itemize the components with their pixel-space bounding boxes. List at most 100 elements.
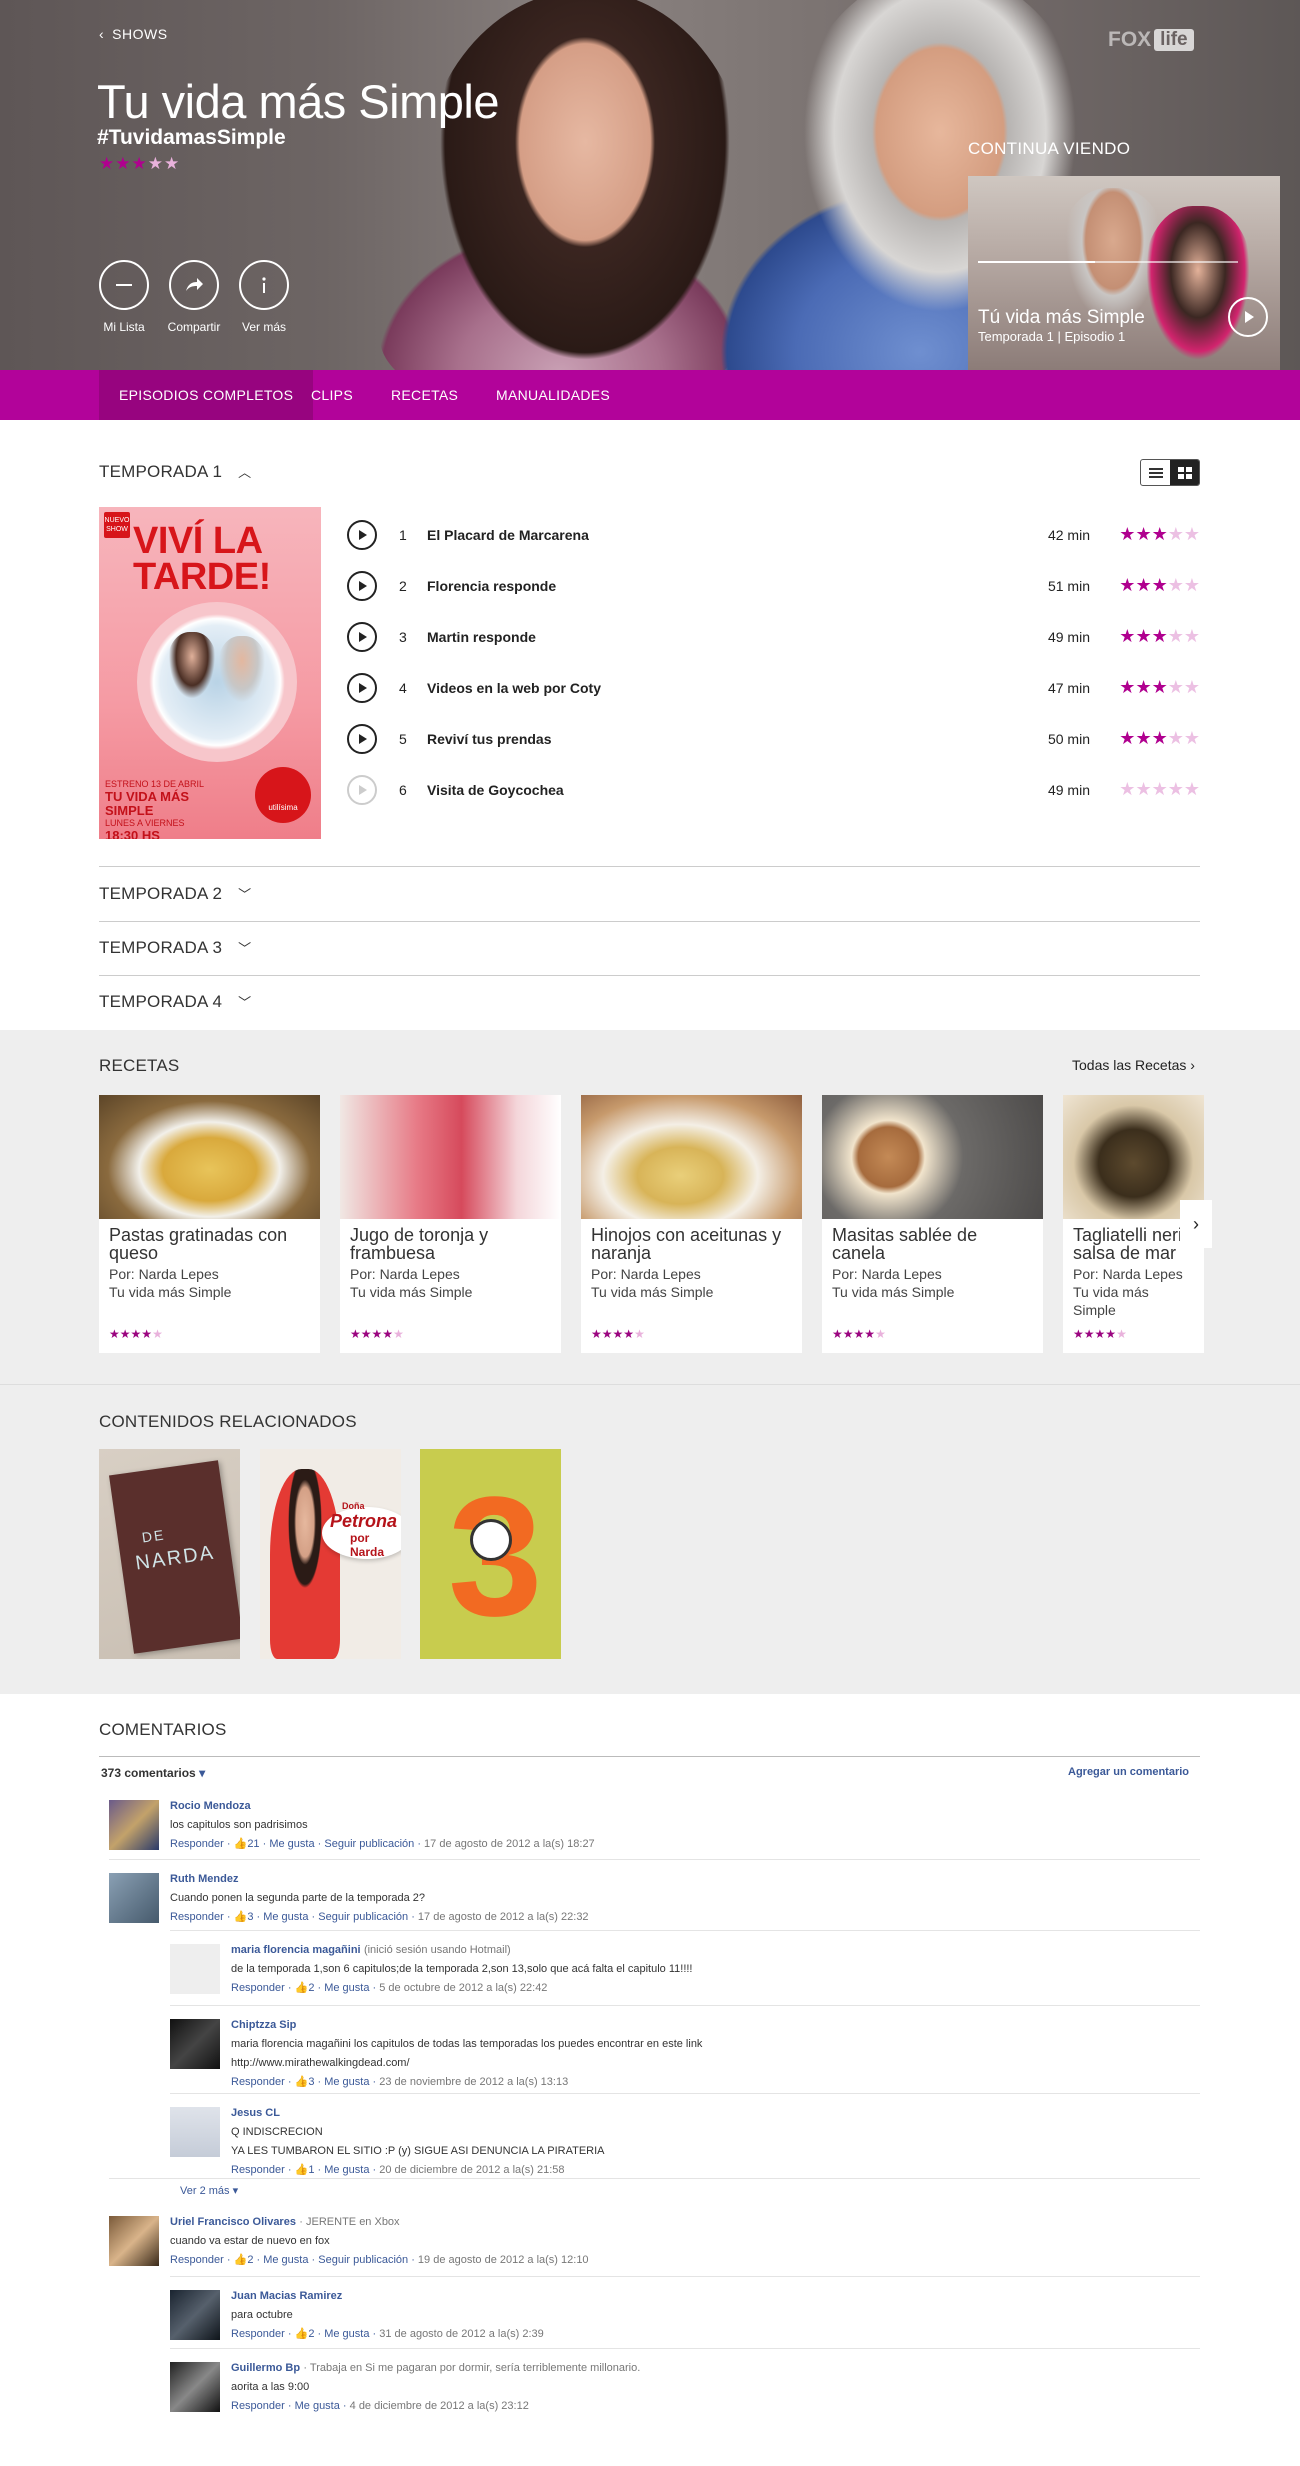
follow-link[interactable]: Seguir publicación	[324, 1838, 414, 1850]
episode-rating[interactable]: ★★★★★	[1119, 677, 1200, 698]
recipe-card[interactable]: Hinojos con aceitunas y naranja Por: Nard…	[581, 1095, 802, 1353]
reply-link[interactable]: Responder	[170, 2254, 224, 2266]
like-count: 3	[247, 1911, 254, 1923]
reply-link[interactable]: Responder	[231, 2400, 285, 2412]
episode-row[interactable]: 2 Florencia responde 51 min ★★★★★	[347, 559, 1200, 610]
chevron-right-icon: ›	[1190, 1057, 1195, 1073]
related-text: Petrona	[330, 1511, 398, 1531]
like-link[interactable]: Me gusta	[269, 1838, 314, 1850]
comment-author[interactable]: Chiptzza Sip	[231, 2019, 296, 2031]
episode-rating[interactable]: ★★★★★	[1119, 524, 1200, 545]
thumbs-up-icon: 👍	[233, 2254, 248, 2266]
comment-author[interactable]: maria florencia magañini	[231, 1944, 361, 1956]
reply-link[interactable]: Responder	[231, 2164, 285, 2176]
like-link[interactable]: Me gusta	[324, 2328, 369, 2340]
related-item-dona-petrona[interactable]: Doña Petrona por Narda	[260, 1449, 401, 1659]
avatar[interactable]	[170, 1944, 220, 1994]
star-icon: ★	[1119, 728, 1136, 748]
avatar[interactable]	[170, 2019, 220, 2069]
season-3-header[interactable]: TEMPORADA 3 ﹀	[99, 938, 251, 958]
all-recipes-link[interactable]: Todas las Recetas ›	[1072, 1057, 1195, 1073]
like-link[interactable]: Me gusta	[295, 2400, 340, 2412]
continue-watching-card[interactable]: Tú vida más Simple Temporada 1 | Episodi…	[968, 176, 1280, 370]
comment-author[interactable]: Jesus CL	[231, 2107, 280, 2119]
divider	[99, 921, 1200, 922]
episode-rating[interactable]: ★★★★★	[1119, 779, 1200, 800]
recipe-card[interactable]: Jugo de toronja y frambuesa Por: Narda Le…	[340, 1095, 561, 1353]
play-icon[interactable]	[1228, 297, 1268, 337]
reply-link[interactable]: Responder	[170, 1911, 224, 1923]
new-show-badge: NUEVO SHOW	[104, 512, 130, 538]
episode-rating[interactable]: ★★★★★	[1119, 575, 1200, 596]
grid-view-icon[interactable]	[1170, 460, 1199, 485]
poster-headline: VIVÍ LA TARDE!	[133, 520, 271, 598]
play-icon[interactable]	[347, 724, 377, 754]
avatar[interactable]	[170, 2290, 220, 2340]
season-4-header[interactable]: TEMPORADA 4 ﹀	[99, 992, 251, 1012]
comment-author[interactable]: Ruth Mendez	[170, 1873, 238, 1885]
episode-row[interactable]: 3 Martin responde 49 min ★★★★★	[347, 610, 1200, 661]
star-icon: ★	[842, 1327, 854, 1341]
recipe-show: Tu vida más Simple	[832, 1284, 955, 1300]
episode-row[interactable]: 5 Reviví tus prendas 50 min ★★★★★	[347, 712, 1200, 763]
episode-title: Martin responde	[427, 629, 536, 645]
comment-author[interactable]: Juan Macias Ramirez	[231, 2290, 342, 2302]
tab-manualidades[interactable]: MANUALIDADES	[496, 370, 610, 420]
comment-author[interactable]: Uriel Francisco Olivares	[170, 2216, 296, 2228]
reply-link[interactable]: Responder	[231, 1982, 285, 1994]
more-info-button[interactable]: Ver más	[239, 260, 289, 334]
episode-rating[interactable]: ★★★★★	[1119, 626, 1200, 647]
follow-link[interactable]: Seguir publicación	[318, 1911, 408, 1923]
share-button[interactable]: Compartir	[168, 260, 220, 334]
related-item-de-narda[interactable]: DE NARDA	[99, 1449, 240, 1659]
hero-actions: Mi Lista Compartir Ver más	[99, 260, 289, 334]
like-link[interactable]: Me gusta	[263, 1911, 308, 1923]
like-link[interactable]: Me gusta	[324, 2164, 369, 2176]
play-icon[interactable]	[347, 520, 377, 550]
season-2-header[interactable]: TEMPORADA 2 ﹀	[99, 884, 251, 904]
show-rating[interactable]: ★★★★★	[99, 154, 180, 174]
play-icon[interactable]	[347, 775, 377, 805]
episode-rating[interactable]: ★★★★★	[1119, 728, 1200, 749]
show-more-replies-link[interactable]: Ver 2 más ▾	[180, 2184, 238, 2197]
list-view-icon[interactable]	[1141, 460, 1170, 485]
follow-link[interactable]: Seguir publicación	[318, 2254, 408, 2266]
season-1-label: TEMPORADA 1	[99, 462, 223, 481]
like-link[interactable]: Me gusta	[263, 2254, 308, 2266]
comment-text: de la temporada 1,son 6 capitulos;de la …	[231, 1963, 693, 1975]
tab-recetas[interactable]: RECETAS	[391, 370, 458, 420]
logo-fox: FOX	[1108, 28, 1152, 51]
comment-author[interactable]: Rocio Mendoza	[170, 1800, 251, 1812]
chevron-right-icon[interactable]: ›	[1180, 1200, 1212, 1248]
my-list-button[interactable]: Mi Lista	[99, 260, 149, 334]
tab-clips[interactable]: CLIPS	[311, 370, 353, 420]
related-item-3[interactable]: 3	[420, 1449, 561, 1659]
episode-duration: 42 min	[1047, 527, 1090, 543]
play-icon[interactable]	[347, 622, 377, 652]
back-to-shows-link[interactable]: ‹ SHOWS	[99, 26, 176, 42]
episode-row[interactable]: 4 Videos en la web por Coty 47 min ★★★★★	[347, 661, 1200, 712]
tab-episodios-completos[interactable]: EPISODIOS COMPLETOS	[99, 370, 314, 420]
reply-link[interactable]: Responder	[231, 2328, 285, 2340]
play-icon[interactable]	[347, 571, 377, 601]
poster-info: ESTRENO 13 DE ABRIL TU VIDA MÁS SIMPLE LUN…	[105, 779, 215, 839]
avatar[interactable]	[109, 1800, 159, 1850]
reply-link[interactable]: Responder	[231, 2076, 285, 2088]
comment-author[interactable]: Guillermo Bp	[231, 2362, 300, 2374]
season-1-header[interactable]: TEMPORADA 1 ︿	[99, 462, 251, 482]
episode-row[interactable]: 6 Visita de Goycochea 49 min ★★★★★	[347, 763, 1200, 814]
avatar[interactable]	[109, 1873, 159, 1923]
star-icon: ★	[1094, 1327, 1106, 1341]
play-icon[interactable]	[347, 673, 377, 703]
recipe-card[interactable]: Pastas gratinadas con queso Por: Narda Le…	[99, 1095, 320, 1353]
like-link[interactable]: Me gusta	[324, 1982, 369, 1994]
avatar[interactable]	[170, 2362, 220, 2412]
like-link[interactable]: Me gusta	[324, 2076, 369, 2088]
reply-link[interactable]: Responder	[170, 1838, 224, 1850]
add-comment-link[interactable]: Agregar un comentario	[1068, 1766, 1189, 1778]
recipe-card[interactable]: Masitas sablée de canela Por: Narda Lepes…	[822, 1095, 1043, 1353]
avatar[interactable]	[170, 2107, 220, 2157]
avatar[interactable]	[109, 2216, 159, 2266]
episode-row[interactable]: 1 El Placard de Marcarena 42 min ★★★★★	[347, 508, 1200, 559]
comments-count[interactable]: 373 comentarios ▾	[101, 1766, 205, 1780]
